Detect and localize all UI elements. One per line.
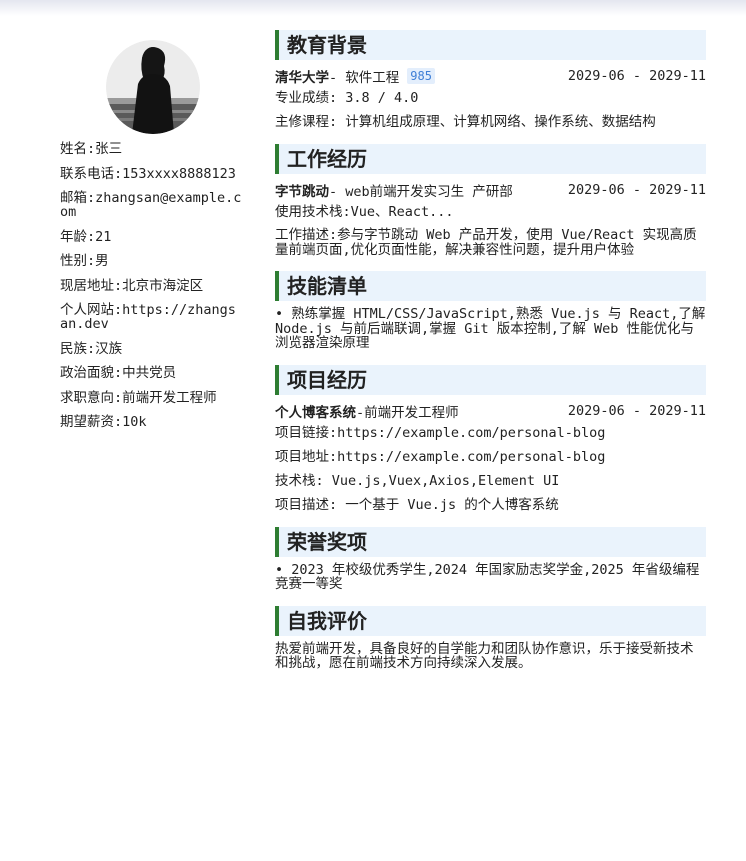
major: - 软件工程	[329, 70, 400, 86]
phone: 联系电话:153xxxx8888123	[60, 165, 236, 182]
project-tech: 技术栈: Vue.js,Vuex,Axios,Element UI	[275, 472, 560, 489]
email: 邮箱:zhangsan@example.com	[60, 190, 242, 220]
self-evaluation-section: 自我评价 热爱前端开发，具备良好的自学能力和团队协作意识，乐于接受新技术和挑战，…	[275, 605, 706, 671]
project-role: -前端开发工程师	[356, 404, 459, 421]
school-badge: 985	[407, 68, 435, 84]
work-date: 2029-06 - 2029-11	[567, 182, 706, 198]
section-title: 项目经历	[275, 364, 706, 395]
project-address: 项目地址:https://example.com/personal-blog	[275, 448, 606, 465]
section-title: 工作经历	[275, 144, 706, 174]
project-name: 个人博客系统	[275, 404, 356, 421]
work-header: 字节跳动 - web前端开发实习生 产研部 2029-06 - 2029-11	[275, 180, 706, 200]
project-date: 2029-06 - 2029-11	[567, 402, 706, 419]
political-status: 政治面貌:中共党员	[60, 365, 177, 381]
education-section: 教育背景 清华大学 - 软件工程 985 2029-06 - 2029-11 专…	[275, 30, 706, 130]
section-title: 荣誉奖项	[275, 526, 706, 557]
personal-info-column: 姓名:张三 联系电话:153xxxx8888123 邮箱:zhangsan@ex…	[60, 40, 244, 440]
honors-section: 荣誉奖项 • 2023 年校级优秀学生,2024 年国家励志奖学金,2025 年…	[275, 526, 706, 592]
top-shadow	[0, 0, 746, 16]
skills-section: 技能清单 • 熟练掌握 HTML/CSS/JavaScript,熟悉 Vue.j…	[275, 271, 706, 351]
section-title: 自我评价	[275, 605, 706, 636]
education-date: 2029-06 - 2029-11	[567, 68, 706, 84]
name: 姓名:张三	[60, 141, 123, 157]
company-name: 字节跳动	[275, 184, 329, 200]
self-evaluation-content: 热爱前端开发，具备良好的自学能力和团队协作意识，乐于接受新技术和挑战，愿在前端技…	[275, 640, 694, 671]
work-section: 工作经历 字节跳动 - web前端开发实习生 产研部 2029-06 - 202…	[275, 144, 706, 257]
honors-content: • 2023 年校级优秀学生,2024 年国家励志奖学金,2025 年省级编程竞…	[275, 561, 700, 592]
ethnicity: 民族:汉族	[60, 340, 123, 357]
job-intent: 求职意向:前端开发工程师	[60, 389, 217, 406]
resume-main: 教育背景 清华大学 - 软件工程 985 2029-06 - 2029-11 专…	[275, 30, 706, 685]
website: 个人网站:https://zhangsan.dev	[60, 302, 236, 332]
expected-salary: 期望薪资:10k	[60, 414, 147, 430]
work-tech: 使用技术栈:Vue、React...	[275, 204, 454, 220]
work-description: 工作描述:参与字节跳动 Web 产品开发，使用 Vue/React 实现高质量前…	[275, 227, 697, 258]
project-link: 项目链接:https://example.com/personal-blog	[275, 424, 606, 441]
gpa: 专业成绩: 3.8 / 4.0	[275, 90, 419, 106]
resume-page: 姓名:张三 联系电话:153xxxx8888123 邮箱:zhangsan@ex…	[0, 0, 746, 861]
gender: 性别:男	[60, 253, 109, 269]
avatar	[106, 40, 200, 134]
education-header: 清华大学 - 软件工程 985 2029-06 - 2029-11	[275, 66, 706, 86]
section-title: 技能清单	[275, 271, 706, 301]
projects-section: 项目经历 个人博客系统 -前端开发工程师 2029-06 - 2029-11 项…	[275, 364, 706, 513]
school-name: 清华大学	[275, 70, 329, 86]
address: 现居地址:北京市海淀区	[60, 277, 204, 294]
project-description: 项目描述: 一个基于 Vue.js 的个人博客系统	[275, 496, 559, 513]
age: 年龄:21	[60, 228, 112, 245]
skills-content: • 熟练掌握 HTML/CSS/JavaScript,熟悉 Vue.js 与 R…	[275, 306, 706, 351]
section-title: 教育背景	[275, 30, 706, 60]
project-header: 个人博客系统 -前端开发工程师 2029-06 - 2029-11	[275, 401, 706, 421]
work-role: - web前端开发实习生 产研部	[329, 184, 513, 200]
courses: 主修课程: 计算机组成原理、计算机网络、操作系统、数据结构	[275, 114, 656, 130]
